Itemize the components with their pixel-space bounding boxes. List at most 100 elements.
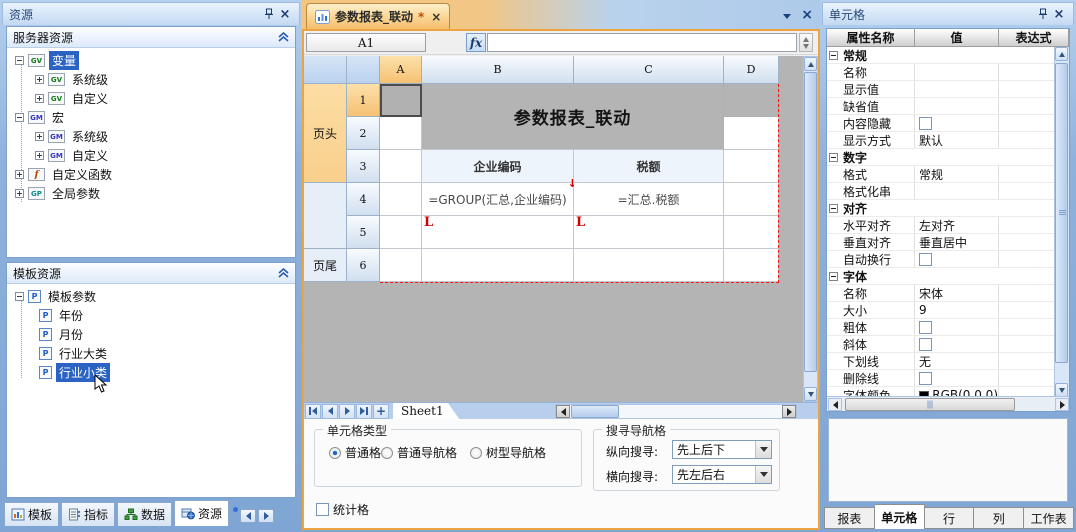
grid-vertical-scrollbar[interactable] bbox=[803, 56, 818, 402]
cell-name-box[interactable]: A1 bbox=[306, 33, 426, 52]
scroll-left-button[interactable] bbox=[828, 398, 842, 411]
property-row-content-hidden[interactable]: 内容隐藏 bbox=[827, 115, 1055, 132]
radio-icon[interactable] bbox=[470, 447, 482, 459]
chevron-down-icon[interactable] bbox=[755, 466, 771, 483]
collapse-icon[interactable] bbox=[829, 51, 838, 60]
property-row-valign[interactable]: 垂直对齐垂直居中 bbox=[827, 234, 1055, 251]
tree-item-label[interactable]: 全局参数 bbox=[49, 184, 103, 203]
tree-item-year[interactable]: P 年份 bbox=[7, 306, 295, 325]
property-row-halign[interactable]: 水平对齐左对齐 bbox=[827, 217, 1055, 234]
horizontal-search-dropdown[interactable]: 先左后右 bbox=[672, 465, 772, 484]
tree-item-label[interactable]: 系统级 bbox=[69, 127, 111, 146]
property-row-underline[interactable]: 下划线无 bbox=[827, 353, 1055, 370]
cell-A1-selected[interactable] bbox=[380, 84, 422, 117]
expand-icon[interactable] bbox=[35, 132, 44, 141]
add-sheet-button[interactable]: + bbox=[373, 404, 389, 419]
radio-icon[interactable] bbox=[329, 447, 341, 459]
cell-B3[interactable]: 企业编码 bbox=[422, 150, 574, 183]
tree-item-label[interactable]: 自定义 bbox=[69, 89, 111, 108]
pin-icon[interactable] bbox=[261, 7, 277, 22]
cell-title-merged[interactable]: 参数报表_联动 bbox=[422, 84, 724, 150]
header-value[interactable]: 值 bbox=[915, 29, 999, 47]
row-header-2[interactable]: 2 bbox=[347, 117, 380, 150]
band-page-header[interactable]: 页头 bbox=[304, 84, 347, 183]
tree-item-system-vars[interactable]: GV 系统级 bbox=[7, 70, 295, 89]
property-group-number[interactable]: 数字 bbox=[827, 149, 1055, 166]
template-resources-header[interactable]: 模板资源 bbox=[7, 263, 295, 284]
property-row-format[interactable]: 格式常规 bbox=[827, 166, 1055, 183]
scrollbar-thumb[interactable] bbox=[804, 72, 817, 372]
cell-D3[interactable] bbox=[724, 150, 779, 183]
property-row-strikethrough[interactable]: 删除线 bbox=[827, 370, 1055, 387]
scrollbar-thumb[interactable] bbox=[571, 405, 619, 418]
tree-item-variables[interactable]: GV 变量 bbox=[7, 51, 295, 70]
sheet-tab[interactable]: Sheet1 bbox=[393, 403, 460, 420]
row-header-6[interactable]: 6 bbox=[347, 249, 380, 282]
collapse-icon[interactable] bbox=[15, 56, 24, 65]
cell-A5[interactable] bbox=[380, 216, 422, 249]
column-header-D[interactable]: D bbox=[724, 56, 779, 84]
select-all-corner[interactable] bbox=[347, 56, 380, 84]
column-header-A[interactable]: A bbox=[380, 56, 422, 84]
cell-C3[interactable]: 税额 bbox=[574, 150, 724, 183]
cell-D6[interactable] bbox=[724, 249, 779, 282]
close-icon[interactable]: × bbox=[277, 7, 293, 22]
tab-report[interactable]: 报表 bbox=[824, 507, 875, 529]
property-row-display-value[interactable]: 显示值 bbox=[827, 81, 1055, 98]
row-header-4[interactable]: 4 bbox=[347, 183, 380, 216]
cell-C5[interactable]: L bbox=[574, 216, 724, 249]
tab-resources[interactable]: 资源 bbox=[174, 500, 229, 526]
header-property-name[interactable]: 属性名称 bbox=[827, 29, 915, 47]
expand-icon[interactable] bbox=[35, 151, 44, 160]
tree-item-label[interactable]: 年份 bbox=[56, 306, 86, 325]
close-icon[interactable]: × bbox=[1051, 7, 1067, 22]
tree-item-custom-vars[interactable]: GV 自定义 bbox=[7, 89, 295, 108]
scroll-down-button[interactable] bbox=[804, 387, 817, 401]
radio-normal-nav-cell[interactable]: 普通导航格 bbox=[381, 444, 457, 461]
radio-normal-cell[interactable]: 普通格 bbox=[329, 444, 381, 461]
property-horizontal-scrollbar[interactable] bbox=[827, 396, 1070, 411]
expand-icon[interactable] bbox=[35, 94, 44, 103]
tab-close-icon[interactable]: × bbox=[431, 10, 441, 24]
expand-icon[interactable] bbox=[15, 170, 24, 179]
tree-item-label[interactable]: 行业大类 bbox=[56, 344, 110, 363]
property-row-font-size[interactable]: 大小9 bbox=[827, 302, 1055, 319]
checkbox-icon[interactable] bbox=[919, 117, 932, 130]
server-resources-header[interactable]: 服务器资源 bbox=[7, 27, 295, 48]
collapse-icon[interactable] bbox=[829, 204, 838, 213]
column-header-C[interactable]: C bbox=[574, 56, 724, 84]
property-row-font-name[interactable]: 名称宋体 bbox=[827, 285, 1055, 302]
tab-data[interactable]: 数据 bbox=[117, 502, 172, 526]
tree-item-label[interactable]: 变量 bbox=[49, 51, 79, 70]
property-vertical-scrollbar[interactable] bbox=[1054, 47, 1069, 397]
cell-A3[interactable] bbox=[380, 150, 422, 183]
property-row-display-mode[interactable]: 显示方式默认 bbox=[827, 132, 1055, 149]
formula-input[interactable] bbox=[487, 33, 797, 52]
cell-C6[interactable] bbox=[574, 249, 724, 282]
cell-D2[interactable] bbox=[724, 117, 779, 150]
tree-item-label[interactable]: 宏 bbox=[49, 108, 67, 127]
tree-item-label[interactable]: 系统级 bbox=[69, 70, 111, 89]
tree-item-industry-minor[interactable]: P 行业小类 bbox=[7, 363, 295, 382]
row-header-3[interactable]: 3 bbox=[347, 150, 380, 183]
cell-D5[interactable] bbox=[724, 216, 779, 249]
radio-icon[interactable] bbox=[381, 447, 393, 459]
scroll-left-button[interactable] bbox=[240, 509, 256, 523]
property-group-general[interactable]: 常规 bbox=[827, 47, 1055, 64]
cell-A4[interactable] bbox=[380, 183, 422, 216]
tree-item-system-macro[interactable]: GM 系统级 bbox=[7, 127, 295, 146]
last-sheet-button[interactable] bbox=[356, 404, 372, 419]
tab-worksheet[interactable]: 工作表 bbox=[1024, 507, 1074, 529]
tree-item-template-params[interactable]: P 模板参数 bbox=[7, 287, 295, 306]
prev-sheet-button[interactable] bbox=[322, 404, 338, 419]
first-sheet-button[interactable] bbox=[305, 404, 321, 419]
collapse-chevron-icon[interactable] bbox=[278, 268, 289, 278]
tree-item-label[interactable]: 自定义函数 bbox=[49, 165, 115, 184]
collapse-icon[interactable] bbox=[15, 292, 24, 301]
tree-item-label[interactable]: 月份 bbox=[56, 325, 86, 344]
scroll-left-button[interactable] bbox=[556, 405, 570, 418]
header-expression[interactable]: 表达式 bbox=[999, 29, 1069, 47]
collapse-icon[interactable] bbox=[15, 113, 24, 122]
tree-item-custom-function[interactable]: f 自定义函数 bbox=[7, 165, 295, 184]
tab-cell[interactable]: 单元格 bbox=[875, 504, 925, 529]
